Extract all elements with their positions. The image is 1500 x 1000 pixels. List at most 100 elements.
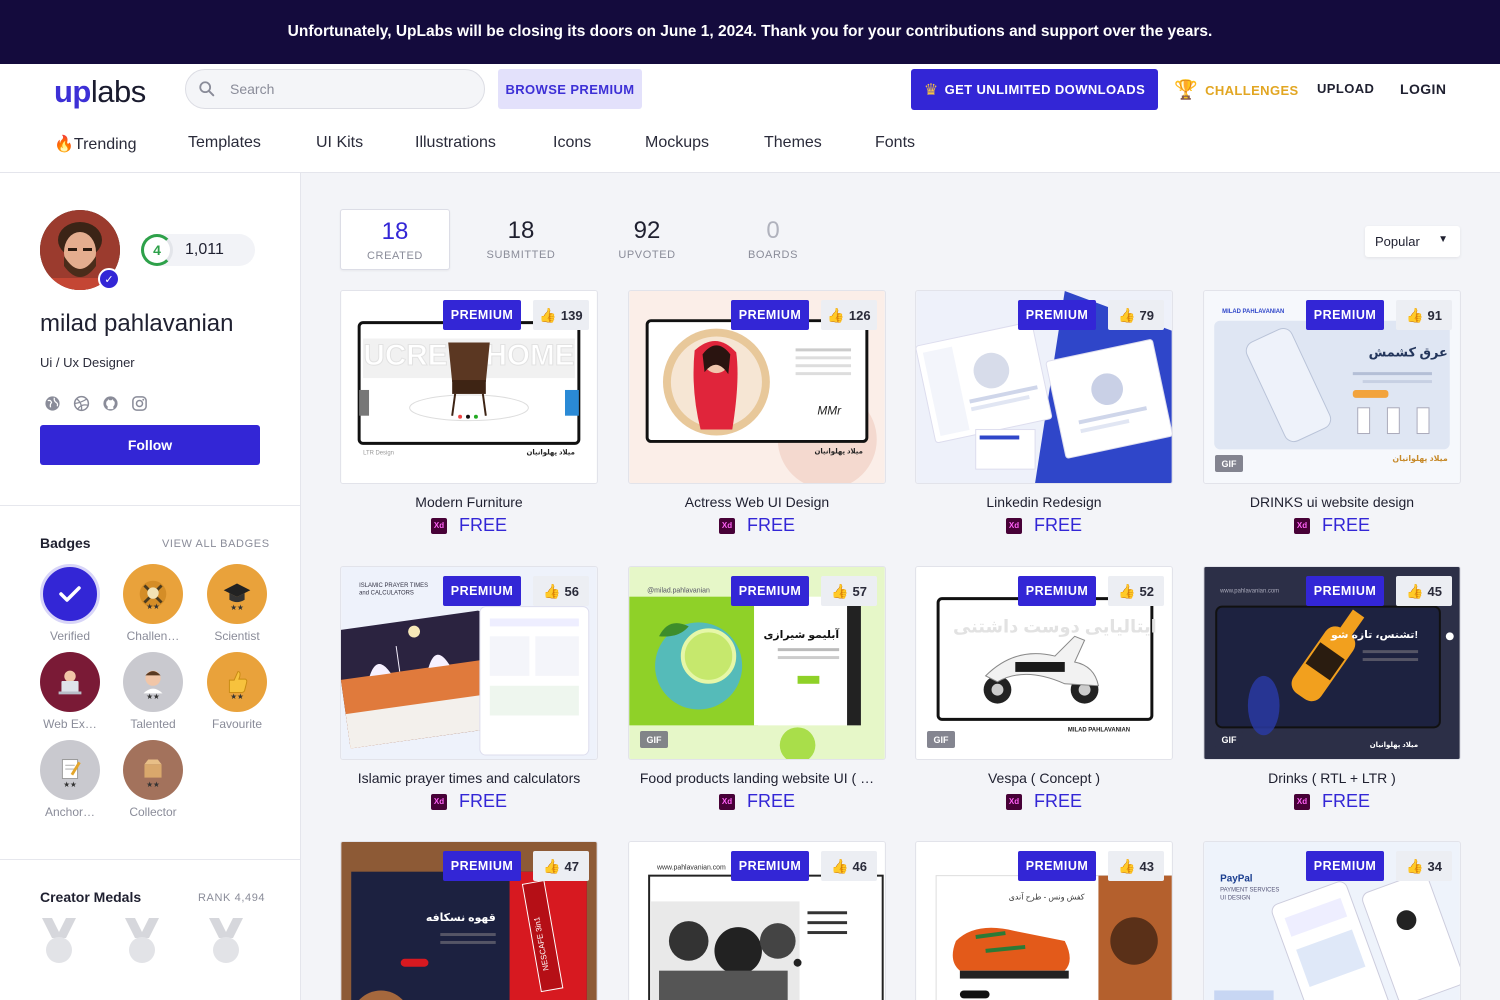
uplabs-logo[interactable]: uplabs [54, 74, 146, 110]
card-price: Xd FREE [1203, 791, 1461, 812]
like-button[interactable]: 👍 45 [1396, 576, 1452, 606]
svg-text:@milad.pahlavanian: @milad.pahlavanian [647, 588, 710, 595]
tab-created[interactable]: 18 CREATED [340, 209, 450, 270]
globe-icon[interactable] [44, 395, 61, 412]
instagram-icon[interactable] [131, 395, 148, 412]
design-card[interactable]: تشنس، تازه شو! میلاد پهلوانیان www.pahlava… [1203, 566, 1461, 812]
design-card[interactable]: عرق کشمش میلاد پهلوانیان MILAD PAHLAVANIAN… [1203, 290, 1461, 536]
svg-text:MMr: MMr [817, 404, 842, 418]
like-button[interactable]: 👍 46 [821, 851, 877, 881]
adobe-xd-icon: Xd [430, 793, 447, 810]
sort-select[interactable]: Popular ▼ [1365, 226, 1460, 257]
svg-text:عرق کشمش: عرق کشمش [1369, 344, 1448, 359]
nav-item-illustrations[interactable]: Illustrations [415, 134, 496, 152]
thumbs-up-icon: 👍 [539, 306, 557, 323]
card-title[interactable]: Linkedin Redesign [915, 494, 1173, 510]
verified-check-icon: ✓ [98, 268, 120, 290]
card-title[interactable]: Food products landing website UI ( … [628, 770, 886, 786]
like-button[interactable]: 👍 34 [1396, 851, 1452, 881]
like-button[interactable]: 👍 47 [533, 851, 589, 881]
like-button[interactable]: 👍 56 [533, 576, 589, 606]
nav-item-templates[interactable]: Templates [188, 134, 261, 152]
thumbs-up-icon: 👍 [1118, 857, 1136, 874]
browse-premium-button[interactable]: BROWSE PREMIUM [498, 69, 642, 109]
points-count: 1,011 [185, 241, 224, 258]
free-label: FREE [746, 515, 795, 535]
like-button[interactable]: 👍 52 [1108, 576, 1164, 606]
challenges-link[interactable]: 🏆 CHALLENGES [1174, 78, 1299, 102]
design-card[interactable]: ایتالیایی دوست داشتنی MILAD PAHLAVANIAN P… [915, 566, 1173, 812]
thumbs-up-icon: 👍 [831, 582, 849, 599]
design-card[interactable]: آبلیمو شیرازی @milad.pahlavanian PREMIUM … [628, 566, 886, 812]
unlimited-label: GET UNLIMITED DOWNLOADS [944, 82, 1146, 97]
card-thumbnail[interactable]: ایتالیایی دوست داشتنی MILAD PAHLAVANIAN P… [915, 566, 1173, 760]
github-icon[interactable] [102, 395, 119, 412]
medal-icon [40, 918, 78, 964]
card-title[interactable]: DRINKS ui website design [1203, 494, 1461, 510]
nav-item-ui-kits[interactable]: UI Kits [316, 134, 363, 152]
like-button[interactable]: 👍 79 [1108, 300, 1164, 330]
badge-challenger[interactable]: ★★ Challen… [123, 564, 183, 643]
card-title[interactable]: Drinks ( RTL + LTR ) [1203, 770, 1461, 786]
adobe-xd-icon: Xd [718, 793, 735, 810]
tab-submitted[interactable]: 18 SUBMITTED [466, 209, 576, 270]
card-thumbnail[interactable]: www.pahlavanian.com PREMIUM 👍 46 [628, 841, 886, 1000]
like-button[interactable]: 👍 126 [821, 300, 877, 330]
design-card[interactable]: MMr میلاد پهلوانیان PREMIUM 👍 126 Actress … [628, 290, 886, 536]
design-card[interactable]: UCRE ICHOME میلاد پهلوانیان LTR Design PRE… [340, 290, 598, 536]
card-title[interactable]: Vespa ( Concept ) [915, 770, 1173, 786]
search-box[interactable] [185, 69, 485, 109]
card-title[interactable]: Islamic prayer times and calculators [340, 770, 598, 786]
card-thumbnail[interactable]: تشنس، تازه شو! میلاد پهلوانیان www.pahlava… [1203, 566, 1461, 760]
svg-text:کفش ونس - طرح آندی: کفش ونس - طرح آندی [1009, 891, 1085, 901]
tab-upvoted[interactable]: 92 UPVOTED [592, 209, 702, 270]
card-thumbnail[interactable]: PayPal PAYMENT SERVICES UI DESIGN PREMIUM … [1203, 841, 1461, 1000]
card-thumbnail[interactable]: PREMIUM 👍 79 [915, 290, 1173, 484]
card-thumbnail[interactable]: کفش ونس - طرح آندی PREMIUM 👍 43 [915, 841, 1173, 1000]
badge-anchor[interactable]: ★★ Anchor… [40, 740, 100, 819]
card-title[interactable]: Actress Web UI Design [628, 494, 886, 510]
badge-web-expert[interactable]: Web Ex… [40, 652, 100, 731]
card-thumbnail[interactable]: NESCAFE 3in1 قهوه نسکافه PREMIUM 👍 47 [340, 841, 598, 1000]
dribbble-icon[interactable] [73, 395, 90, 412]
like-button[interactable]: 👍 43 [1108, 851, 1164, 881]
design-card[interactable]: ISLAMIC PRAYER TIMES and CALCULATORS PREM… [340, 566, 598, 812]
nav-item-icons[interactable]: Icons [553, 134, 591, 152]
design-card[interactable]: کفش ونس - طرح آندی PREMIUM 👍 43 [915, 841, 1173, 1000]
card-thumbnail[interactable]: MMr میلاد پهلوانیان PREMIUM 👍 126 [628, 290, 886, 484]
svg-text:MILAD PAHLAVANIAN: MILAD PAHLAVANIAN [1222, 309, 1284, 315]
premium-badge: PREMIUM [1306, 851, 1384, 881]
badge-verified[interactable]: Verified [40, 564, 100, 643]
upload-link[interactable]: UPLOAD [1317, 81, 1374, 96]
design-card[interactable]: www.pahlavanian.com PREMIUM 👍 46 [628, 841, 886, 1000]
like-button[interactable]: 👍 57 [821, 576, 877, 606]
follow-button[interactable]: Follow [40, 425, 260, 465]
design-card[interactable]: PayPal PAYMENT SERVICES UI DESIGN PREMIUM … [1203, 841, 1461, 1000]
view-all-badges-link[interactable]: VIEW ALL BADGES [162, 538, 270, 550]
nav-item-mockups[interactable]: Mockups [645, 134, 709, 152]
card-thumbnail[interactable]: UCRE ICHOME میلاد پهلوانیان LTR Design PRE… [340, 290, 598, 484]
tab-boards[interactable]: 0 BOARDS [718, 209, 828, 270]
login-link[interactable]: LOGIN [1400, 81, 1446, 97]
nav-item-fonts[interactable]: Fonts [875, 134, 915, 152]
badge-collector[interactable]: ★★ Collector [123, 740, 183, 819]
get-unlimited-downloads-button[interactable]: ♛ GET UNLIMITED DOWNLOADS [911, 69, 1158, 110]
search-icon [199, 81, 215, 97]
adobe-xd-icon: Xd [430, 517, 447, 534]
design-card[interactable]: PREMIUM 👍 79 Linkedin Redesign Xd FREE [915, 290, 1173, 536]
card-thumbnail[interactable]: عرق کشمش میلاد پهلوانیان MILAD PAHLAVANIAN… [1203, 290, 1461, 484]
nav-item-trending[interactable]: 🔥Trending [54, 134, 136, 154]
card-thumbnail[interactable]: آبلیمو شیرازی @milad.pahlavanian PREMIUM … [628, 566, 886, 760]
design-card[interactable]: NESCAFE 3in1 قهوه نسکافه PREMIUM 👍 47 [340, 841, 598, 1000]
like-button[interactable]: 👍 91 [1396, 300, 1452, 330]
adobe-xd-icon: Xd [1293, 517, 1310, 534]
card-thumbnail[interactable]: ISLAMIC PRAYER TIMES and CALCULATORS PREM… [340, 566, 598, 760]
badge-favourite[interactable]: ★★ Favourite [207, 652, 267, 731]
nav-item-themes[interactable]: Themes [764, 134, 822, 152]
like-button[interactable]: 👍 139 [533, 300, 589, 330]
card-title[interactable]: Modern Furniture [340, 494, 598, 510]
badge-scientist[interactable]: ★★ Scientist [207, 564, 267, 643]
level-ring: 4 [141, 234, 173, 266]
search-input[interactable] [230, 81, 470, 97]
badge-talented[interactable]: ★★ Talented [123, 652, 183, 731]
